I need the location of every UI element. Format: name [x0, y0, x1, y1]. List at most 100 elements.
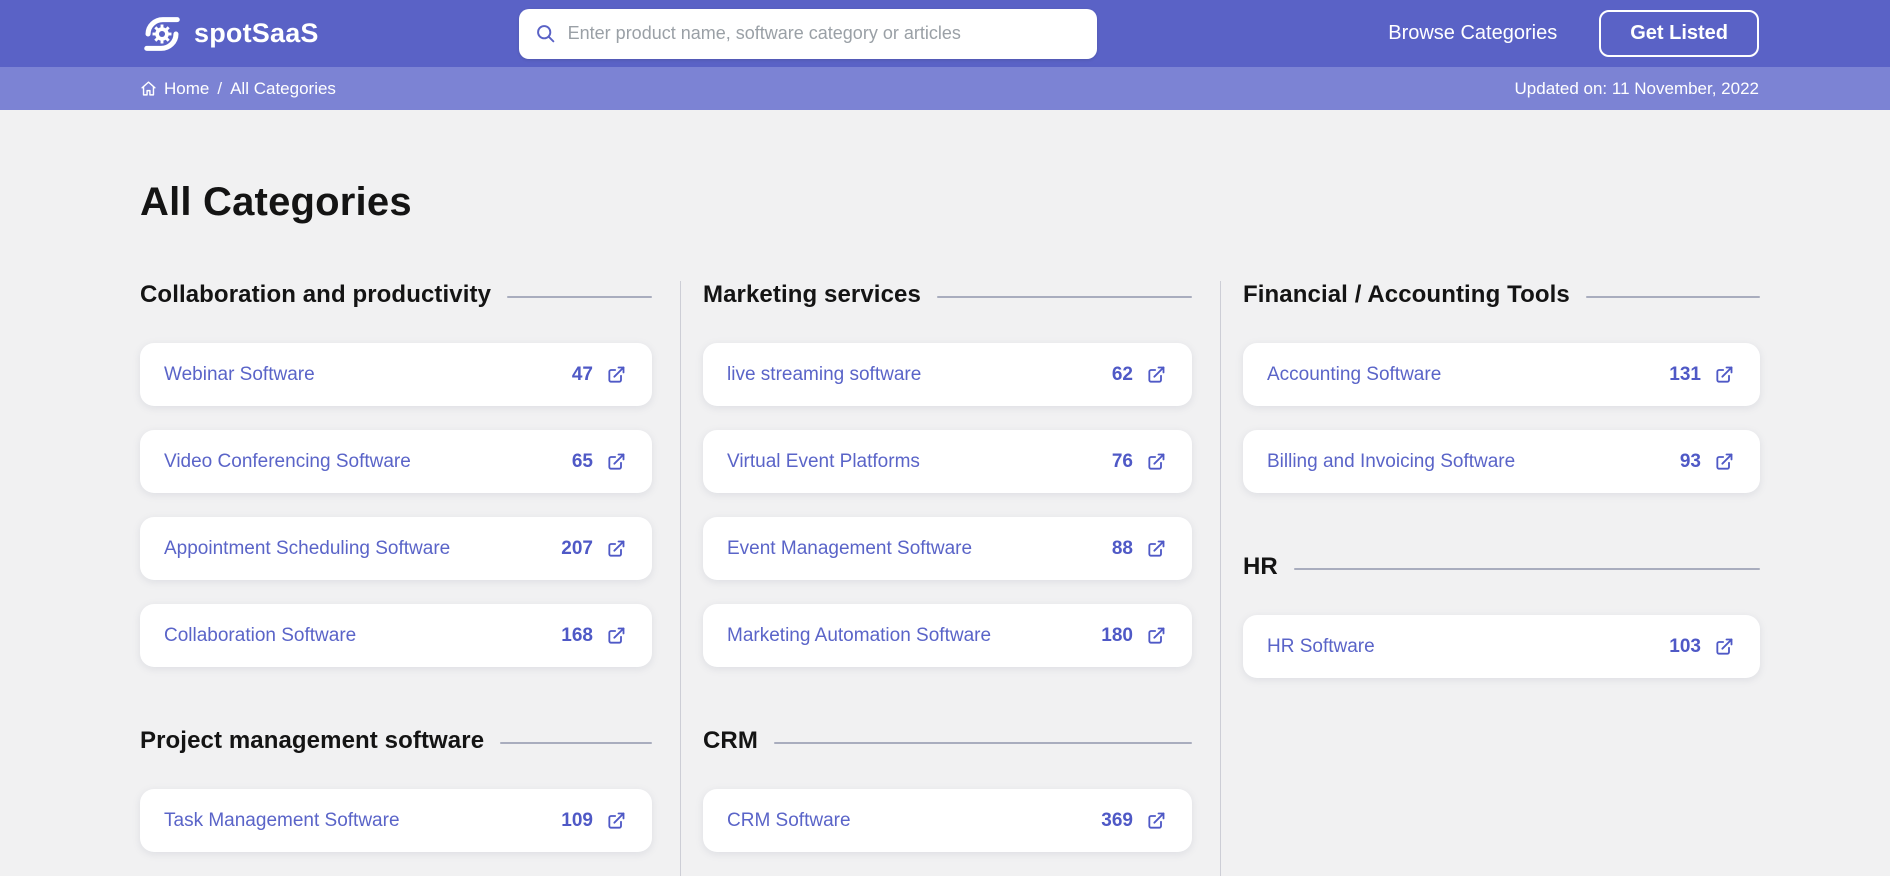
category-label: Marketing Automation Software — [727, 624, 992, 646]
section-title: Project management software — [140, 727, 485, 754]
category-section: HR HR Software 103 — [1243, 553, 1760, 678]
section-header: CRM — [703, 727, 1192, 755]
category-meta: 47 — [572, 364, 626, 386]
category-meta: 109 — [561, 810, 626, 832]
section-divider-line — [1585, 295, 1760, 298]
external-link-icon — [1148, 366, 1165, 383]
category-count: 47 — [571, 363, 593, 385]
category-column-1: Collaboration and productivity Webinar So… — [140, 281, 680, 876]
category-count: 109 — [561, 809, 593, 831]
section-header: HR — [1243, 553, 1760, 581]
section-title: Marketing services — [703, 281, 921, 308]
category-section: Financial / Accounting Tools Accounting S… — [1243, 281, 1760, 493]
category-columns: Collaboration and productivity Webinar So… — [140, 281, 1760, 876]
category-card[interactable]: Billing and Invoicing Software 93 — [1243, 430, 1760, 493]
external-link-icon — [608, 366, 625, 383]
section-title: HR — [1243, 553, 1278, 580]
category-meta: 65 — [572, 451, 626, 473]
category-section: Collaboration and productivity Webinar So… — [140, 281, 652, 667]
category-card[interactable]: Appointment Scheduling Software 207 — [140, 517, 652, 580]
search-bar — [518, 8, 1097, 59]
category-count: 168 — [561, 624, 593, 646]
category-label: Task Management Software — [164, 809, 400, 831]
get-listed-button[interactable]: Get Listed — [1599, 10, 1759, 57]
category-meta: 62 — [1112, 364, 1166, 386]
brand-name: spotSaaS — [194, 18, 319, 48]
external-link-icon — [608, 540, 625, 557]
category-label: Billing and Invoicing Software — [1267, 450, 1516, 472]
section-divider-line — [1293, 567, 1760, 570]
external-link-icon — [1716, 638, 1733, 655]
header-nav: Browse Categories Get Listed — [1388, 10, 1759, 57]
breadcrumb-separator: / — [217, 78, 223, 98]
section-divider-line — [500, 741, 652, 744]
external-link-icon — [1148, 453, 1165, 470]
category-label: Appointment Scheduling Software — [164, 537, 451, 559]
category-card[interactable]: CRM Software 369 — [703, 789, 1192, 852]
category-count: 65 — [571, 450, 593, 472]
section-header: Marketing services — [703, 281, 1192, 309]
category-meta: 180 — [1101, 625, 1166, 647]
category-meta: 93 — [1680, 451, 1734, 473]
spotsaas-logo-icon — [144, 16, 180, 51]
section-divider-line — [936, 295, 1192, 298]
category-card[interactable]: Event Management Software 88 — [703, 517, 1192, 580]
category-meta: 369 — [1101, 810, 1166, 832]
external-link-icon — [608, 453, 625, 470]
category-section: Marketing services live streaming softwar… — [703, 281, 1192, 667]
section-header: Financial / Accounting Tools — [1243, 281, 1760, 309]
section-title: Financial / Accounting Tools — [1243, 281, 1570, 308]
category-label: Collaboration Software — [164, 624, 357, 646]
brand-logo[interactable]: spotSaaS — [140, 12, 319, 56]
external-link-icon — [608, 627, 625, 644]
category-label: HR Software — [1267, 635, 1375, 657]
category-label: CRM Software — [727, 809, 851, 831]
category-count: 76 — [1111, 450, 1133, 472]
category-card[interactable]: Collaboration Software 168 — [140, 604, 652, 667]
category-meta: 103 — [1669, 636, 1734, 658]
category-card[interactable]: live streaming software 62 — [703, 343, 1192, 406]
category-card[interactable]: HR Software 103 — [1243, 615, 1760, 678]
category-count: 93 — [1679, 450, 1701, 472]
category-card[interactable]: Webinar Software 47 — [140, 343, 652, 406]
category-label: Video Conferencing Software — [164, 450, 411, 472]
breadcrumb-current: All Categories — [230, 78, 336, 98]
category-meta: 207 — [561, 538, 626, 560]
external-link-icon — [1148, 540, 1165, 557]
home-icon — [141, 81, 156, 96]
category-card[interactable]: Virtual Event Platforms 76 — [703, 430, 1192, 493]
category-card[interactable]: Marketing Automation Software 180 — [703, 604, 1192, 667]
category-count: 369 — [1101, 809, 1133, 831]
breadcrumb: Home / All Categories — [140, 79, 336, 99]
category-label: live streaming software — [727, 363, 922, 385]
category-count: 180 — [1101, 624, 1133, 646]
external-link-icon — [1716, 453, 1733, 470]
category-label: Virtual Event Platforms — [727, 450, 920, 472]
section-header: Project management software — [140, 727, 652, 755]
search-input[interactable] — [567, 23, 1081, 44]
external-link-icon — [1148, 627, 1165, 644]
category-column-2: Marketing services live streaming softwar… — [680, 281, 1220, 876]
updated-on-label: Updated on: 11 November, 2022 — [1514, 78, 1759, 98]
section-divider-line — [507, 295, 652, 298]
section-header: Collaboration and productivity — [140, 281, 652, 309]
category-card[interactable]: Video Conferencing Software 65 — [140, 430, 652, 493]
section-title: CRM — [703, 727, 758, 754]
main-content: All Categories Collaboration and product… — [0, 110, 1890, 876]
category-card[interactable]: Task Management Software 109 — [140, 789, 652, 852]
category-card[interactable]: Accounting Software 131 — [1243, 343, 1760, 406]
breadcrumb-home-link[interactable]: Home — [140, 79, 209, 99]
breadcrumb-home-label: Home — [164, 78, 210, 98]
category-meta: 76 — [1112, 451, 1166, 473]
search-icon — [536, 25, 554, 43]
category-count: 103 — [1669, 635, 1701, 657]
category-section: Project management software Task Manageme… — [140, 727, 652, 852]
category-label: Accounting Software — [1267, 363, 1442, 385]
nav-browse-categories[interactable]: Browse Categories — [1388, 22, 1557, 45]
page-title: All Categories — [140, 180, 412, 224]
breadcrumb-bar: Home / All Categories Updated on: 11 Nov… — [0, 67, 1890, 110]
external-link-icon — [1148, 812, 1165, 829]
category-meta: 131 — [1669, 364, 1734, 386]
category-count: 88 — [1111, 537, 1133, 559]
category-count: 131 — [1669, 363, 1701, 385]
